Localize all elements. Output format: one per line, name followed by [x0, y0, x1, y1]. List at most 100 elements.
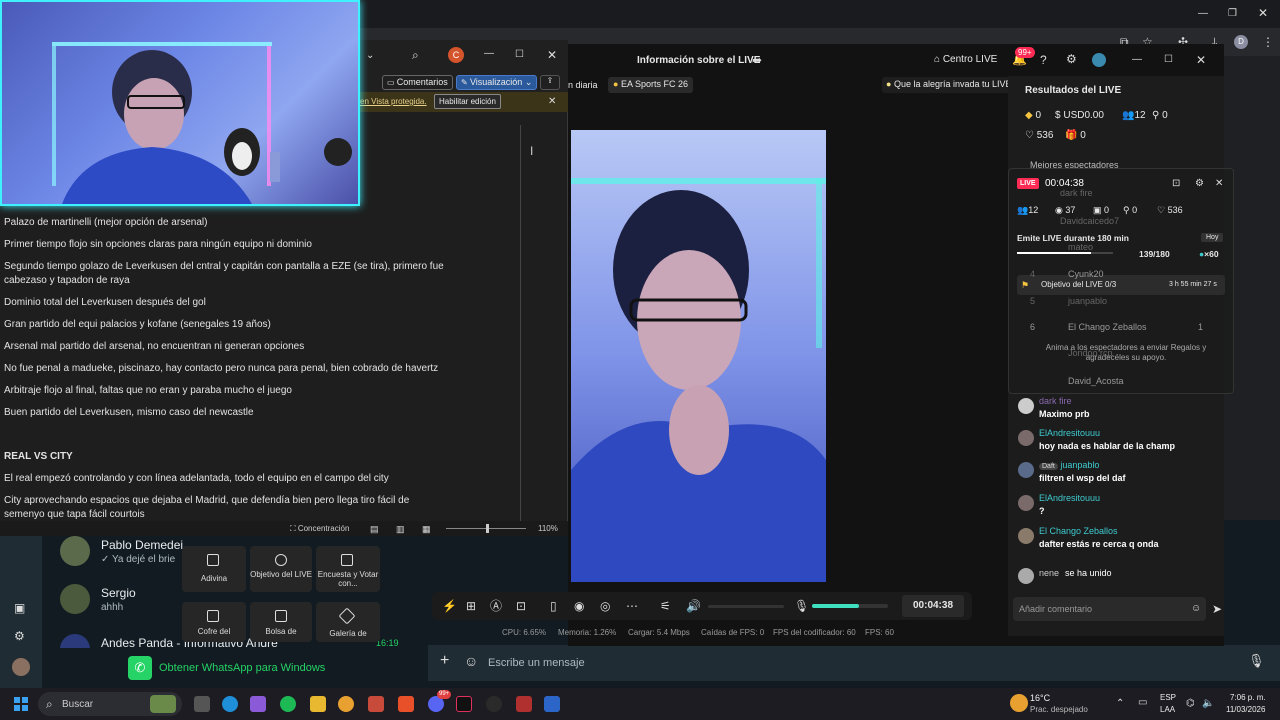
xbox-icon[interactable]	[486, 696, 502, 712]
comment-item[interactable]: Daft juanpablo filtren el wsp del daf	[1018, 460, 1218, 488]
minimize-icon[interactable]: —	[484, 48, 494, 60]
comment-item[interactable]: ElAndresitouuu ?	[1018, 493, 1218, 521]
maximize-icon[interactable]: ☐	[1164, 54, 1173, 66]
get-whatsapp-banner[interactable]: ✆ Obtener WhatsApp para Windows	[128, 656, 328, 680]
live-center-button[interactable]: ⌂ Centro LIVE	[934, 54, 997, 65]
brave-icon[interactable]	[398, 696, 414, 712]
magic-wand-icon[interactable]: ⚡	[442, 600, 457, 612]
profile-avatar[interactable]: D	[1234, 35, 1248, 49]
account-avatar[interactable]: C	[448, 47, 464, 63]
comment-item[interactable]: El Chango Zeballos dafter estás re cerca…	[1018, 526, 1218, 554]
close-icon[interactable]: ✕	[1215, 178, 1223, 190]
speaker-icon[interactable]: 🔊	[686, 600, 701, 612]
web-layout-icon[interactable]: ▦	[422, 523, 431, 535]
media-icon[interactable]: ▣	[14, 602, 25, 614]
search-icon[interactable]: ⌕	[412, 49, 419, 61]
mic-volume-slider[interactable]	[812, 604, 888, 608]
live-info-title[interactable]: Información sobre el LIVE	[637, 55, 760, 66]
tool-bag[interactable]: Bolsa de	[250, 602, 312, 642]
stat-value: USD0.00	[1063, 110, 1104, 121]
live-goal-row[interactable]: ⚑ Objetivo del LIVE 0/3 3 h 55 min 27 s	[1017, 275, 1225, 295]
settings-gear-icon[interactable]: ⚙	[1195, 178, 1204, 190]
profile-avatar[interactable]	[12, 658, 30, 676]
chevron-up-icon[interactable]: ⌃	[1116, 698, 1124, 710]
settings-gear-icon[interactable]: ⚙	[14, 630, 25, 642]
lock-icon[interactable]: ⊡	[1172, 178, 1180, 190]
chat-preview: ahhh	[101, 602, 124, 613]
print-layout-icon[interactable]: ▥	[396, 523, 405, 535]
close-icon[interactable]: ✕	[1258, 7, 1268, 19]
menu-icon[interactable]: ⋮	[1262, 36, 1274, 48]
tool-gallery[interactable]: Galería de	[316, 602, 380, 642]
taskbar-search[interactable]: ⌕ Buscar	[38, 692, 182, 716]
comments-button[interactable]: ▭ Comentarios	[382, 75, 453, 90]
chat-tray-icon[interactable]: ▭	[1138, 697, 1147, 709]
weather-icon[interactable]	[1010, 694, 1028, 712]
close-icon[interactable]: ✕	[548, 96, 556, 108]
emoji-icon[interactable]: ☺	[1191, 603, 1201, 615]
pdf-app-icon[interactable]	[368, 696, 384, 712]
tool-poll[interactable]: Encuesta y Votar con...	[316, 546, 380, 592]
microphone-icon[interactable]: 🎙	[794, 600, 809, 612]
record-icon[interactable]: ◉	[574, 600, 584, 612]
trading-app-icon[interactable]	[516, 696, 532, 712]
microphone-icon[interactable]: 🎙	[1248, 654, 1265, 667]
comment-input[interactable]: Añadir comentario ☺	[1013, 597, 1206, 621]
file-explorer-icon[interactable]	[310, 696, 326, 712]
share-arrow-icon[interactable]: ➦	[752, 54, 762, 66]
clock-date[interactable]: 11/03/2026	[1226, 705, 1265, 714]
restore-icon[interactable]: ❐	[1228, 8, 1237, 20]
tool-chest[interactable]: Cofre del	[182, 602, 246, 642]
comment-item[interactable]: ElAndresitouuu hoy nada es hablar de la …	[1018, 428, 1218, 456]
task-view-icon[interactable]	[194, 696, 210, 712]
maximize-icon[interactable]: ☐	[515, 49, 524, 61]
tiktok-icon[interactable]	[456, 696, 472, 712]
share-icon[interactable]: ⇪	[540, 75, 560, 90]
enable-editing-button[interactable]: Habilitar edición	[434, 94, 501, 109]
keyboard-layout-label[interactable]: LAA	[1160, 705, 1175, 714]
send-icon[interactable]: ➤	[1212, 603, 1222, 615]
phone-icon[interactable]: ▯	[550, 600, 557, 612]
tool-guess[interactable]: Adivina	[182, 546, 246, 592]
speaker-volume-slider[interactable]	[708, 605, 784, 608]
clock-time[interactable]: 7:06 p. m.	[1230, 693, 1266, 702]
comment-item[interactable]: dark fire Maximo prb	[1018, 396, 1218, 420]
minimize-icon[interactable]: —	[1132, 54, 1142, 66]
screen-icon[interactable]: ⊡	[516, 600, 526, 612]
chrome-icon[interactable]	[338, 696, 354, 712]
ai-icon[interactable]: Ⓐ	[490, 600, 502, 612]
windows-start-icon[interactable]	[14, 697, 28, 711]
zoom-level[interactable]: 110%	[538, 524, 558, 533]
copilot-icon[interactable]	[250, 696, 266, 712]
adjust-icon[interactable]: ⚟	[660, 600, 671, 612]
add-source-icon[interactable]: ⊞	[466, 600, 476, 612]
spotify-icon[interactable]	[280, 696, 296, 712]
focus-mode-button[interactable]: ⛶ Concentración	[290, 524, 349, 534]
plus-icon[interactable]: +	[440, 653, 449, 669]
camera-effect-icon[interactable]: ◎	[600, 600, 610, 612]
topic-tag[interactable]: n diaria	[568, 80, 598, 90]
emoji-icon[interactable]: ☺	[464, 654, 478, 668]
view-mode-button[interactable]: ✎ Visualización ⌄	[456, 75, 538, 90]
volume-icon[interactable]: 🔈	[1202, 698, 1214, 710]
category-tag[interactable]: ● EA Sports FC 26	[608, 77, 693, 93]
live-preview-video	[571, 130, 826, 582]
read-mode-icon[interactable]: ▤	[370, 523, 379, 535]
minimize-icon[interactable]: —	[1198, 8, 1208, 20]
edge-icon[interactable]	[222, 696, 238, 712]
message-input[interactable]: Escribe un mensaje	[488, 657, 585, 669]
more-icon[interactable]: ⋯	[626, 600, 638, 612]
network-icon[interactable]: ⌬	[1186, 698, 1195, 710]
help-icon[interactable]: ?	[1040, 54, 1047, 66]
live-title-tag[interactable]: ● Que la alegría invada tu LIVE	[882, 77, 1016, 93]
profile-avatar[interactable]	[1092, 53, 1106, 67]
language-label[interactable]: ESP	[1160, 693, 1176, 702]
stat-value: 37	[1065, 205, 1076, 215]
close-icon[interactable]: ✕	[547, 49, 557, 61]
zoom-slider-thumb[interactable]	[486, 524, 489, 533]
word-app-icon[interactable]	[544, 696, 560, 712]
chevron-down-icon[interactable]: ⌄	[366, 50, 374, 62]
settings-gear-icon[interactable]: ⚙	[1066, 53, 1077, 65]
tool-live-goal[interactable]: Objetivo del LIVE	[250, 546, 312, 592]
close-icon[interactable]: ✕	[1196, 54, 1206, 66]
